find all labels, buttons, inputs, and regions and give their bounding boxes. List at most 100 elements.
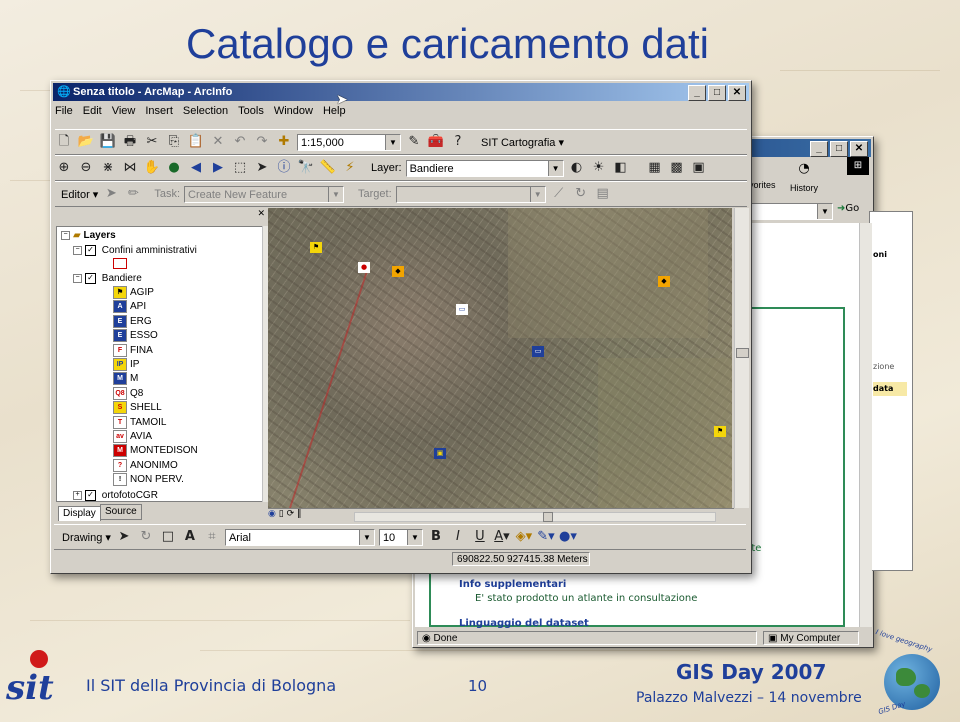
italic-button[interactable]: I — [449, 528, 467, 546]
underline-button[interactable]: U — [471, 528, 489, 546]
cut-icon[interactable]: ✂ — [143, 133, 161, 151]
task-combo[interactable]: Create New Feature ▼ — [184, 185, 345, 203]
sketch-tool-icon[interactable]: ✏ — [124, 185, 142, 203]
address-combo[interactable]: ▼ — [749, 203, 833, 220]
menu-file[interactable]: File — [55, 105, 73, 117]
brightness-icon[interactable]: ☀ — [590, 159, 608, 177]
scale-combo[interactable]: 1:15,000 ▼ — [297, 133, 401, 151]
close-button[interactable]: ✕ — [728, 85, 746, 101]
collapse-icon[interactable]: − — [61, 230, 70, 240]
menu-insert[interactable]: Insert — [145, 105, 173, 117]
bold-button[interactable]: B — [427, 528, 445, 546]
measure-icon[interactable]: 📏 — [319, 159, 337, 177]
favorites-button[interactable]: vorites — [749, 173, 776, 192]
rotate-icon[interactable]: ↻ — [137, 528, 155, 546]
adjust-icon[interactable]: ▣ — [690, 159, 708, 177]
toc-group-bandiere[interactable]: − ✓ Bandiere — [73, 272, 142, 286]
layout-view-icon[interactable]: ▯ — [279, 509, 284, 519]
undo-icon[interactable]: ↶ — [231, 133, 249, 151]
map-marker-icon[interactable]: ▭ — [532, 346, 544, 357]
browser-scrollbar[interactable] — [859, 223, 872, 627]
layer-checkbox[interactable]: ✓ — [85, 244, 96, 256]
split-icon[interactable]: ⟋ — [550, 185, 568, 203]
minimize-button[interactable]: _ — [810, 141, 828, 157]
line-color-icon[interactable]: ✎▾ — [537, 528, 555, 546]
swipe-icon[interactable]: ▦ — [646, 159, 664, 177]
map-marker-icon[interactable]: ▭ — [456, 304, 468, 315]
map-marker-icon[interactable]: ⚑ — [310, 242, 322, 253]
maximize-button[interactable]: □ — [708, 85, 726, 101]
editor-menu[interactable]: Editor ▾ — [61, 188, 98, 201]
tab-source[interactable]: Source — [100, 504, 142, 520]
map-vertical-scrollbar[interactable] — [734, 208, 749, 508]
collapse-icon[interactable]: − — [73, 273, 82, 283]
edit-tool-icon[interactable]: ➤ — [102, 185, 120, 203]
drawing-menu[interactable]: Drawing ▾ — [62, 531, 111, 544]
history-button[interactable]: ◔ History — [789, 161, 819, 195]
expand-icon[interactable]: + — [73, 490, 82, 500]
map-marker-icon[interactable]: ▣ — [434, 448, 446, 459]
scroll-thumb[interactable] — [543, 512, 553, 522]
font-size-combo[interactable]: 10 ▼ — [378, 528, 423, 546]
pan-hand-icon[interactable]: ✋ — [143, 159, 161, 177]
map-horizontal-scrollbar[interactable] — [354, 512, 716, 522]
select-features-icon[interactable]: ⬚ — [231, 159, 249, 177]
flicker-icon[interactable]: ▩ — [668, 159, 686, 177]
rectangle-icon[interactable]: □ — [159, 528, 177, 546]
arctoolbox-icon[interactable]: 🧰 — [427, 133, 445, 151]
fixed-zoom-out-icon[interactable]: ⋈ — [121, 159, 139, 177]
transparency-icon[interactable]: ◧ — [612, 159, 630, 177]
back-extent-icon[interactable]: ◀ — [187, 159, 205, 177]
select-elements-icon[interactable]: ➤ — [253, 159, 271, 177]
identify-icon[interactable]: ⓘ — [275, 159, 293, 177]
rotate-icon[interactable]: ↻ — [572, 185, 590, 203]
open-folder-icon[interactable]: 📂 — [77, 133, 95, 151]
sit-cartografia-menu[interactable]: SIT Cartografia ▾ — [481, 136, 564, 149]
text-icon[interactable]: A — [181, 528, 199, 546]
maximize-button[interactable]: □ — [830, 141, 848, 157]
new-file-icon[interactable]: 🗋 — [55, 133, 73, 151]
save-icon[interactable]: 💾 — [99, 133, 117, 151]
menu-selection[interactable]: Selection — [183, 105, 228, 117]
whats-this-icon[interactable]: ? — [449, 133, 467, 151]
font-combo[interactable]: Arial ▼ — [224, 528, 375, 546]
fixed-zoom-in-icon[interactable]: ⋇ — [99, 159, 117, 177]
editor-toolbar-icon[interactable]: ✎ — [405, 133, 423, 151]
zoom-in-icon[interactable]: ⊕ — [55, 159, 73, 177]
layer-checkbox[interactable]: ✓ — [85, 272, 96, 284]
attributes-icon[interactable]: ▤ — [594, 185, 612, 203]
close-button[interactable]: ✕ — [850, 141, 868, 157]
toc-group-confini[interactable]: − ✓ Confini amministrativi — [73, 244, 197, 258]
contrast-icon[interactable]: ◐ — [568, 159, 586, 177]
find-binoculars-icon[interactable]: 🔭 — [297, 159, 315, 177]
menu-view[interactable]: View — [112, 105, 136, 117]
scroll-thumb[interactable] — [736, 348, 749, 358]
fill-color-icon[interactable]: ◈▾ — [515, 528, 533, 546]
redo-icon[interactable]: ↷ — [253, 133, 271, 151]
menu-edit[interactable]: Edit — [83, 105, 102, 117]
tab-display[interactable]: Display — [58, 506, 101, 521]
delete-icon[interactable]: ✕ — [209, 133, 227, 151]
print-icon[interactable]: 🖶 — [121, 133, 139, 151]
hyperlink-icon[interactable]: ⚡ — [341, 159, 359, 177]
globe-view-icon[interactable]: ◉ — [268, 509, 276, 519]
map-marker-icon[interactable]: ⚑ — [714, 426, 726, 437]
map-marker-icon[interactable]: ◆ — [392, 266, 404, 277]
marker-color-icon[interactable]: ●▾ — [559, 528, 577, 546]
copy-icon[interactable]: ⎘ — [165, 133, 183, 151]
collapse-icon[interactable]: − — [73, 245, 82, 255]
forward-extent-icon[interactable]: ▶ — [209, 159, 227, 177]
map-marker-icon[interactable]: ◆ — [658, 276, 670, 287]
toc-close-icon[interactable]: ✕ — [257, 209, 265, 219]
refresh-icon[interactable]: ⟳ — [287, 509, 295, 519]
edit-vertices-icon[interactable]: ⌗ — [203, 528, 221, 546]
select-elements-icon[interactable]: ➤ — [115, 528, 133, 546]
add-data-icon[interactable]: ✚ — [275, 133, 293, 151]
toc-root-row[interactable]: − ▰ Layers — [61, 229, 116, 243]
map-view[interactable]: ⚑ ● ◆ ▭ ▭ ◆ ▣ ⚑ — [268, 208, 732, 508]
toc-group-ortofoto[interactable]: + ✓ ortofotoCGR — [73, 489, 158, 501]
layer-combo[interactable]: Bandiere ▼ — [405, 159, 564, 177]
target-combo[interactable]: ▼ — [395, 185, 546, 203]
pause-draw-icon[interactable]: ‖ — [297, 509, 302, 519]
map-marker-icon[interactable]: ● — [358, 262, 370, 273]
